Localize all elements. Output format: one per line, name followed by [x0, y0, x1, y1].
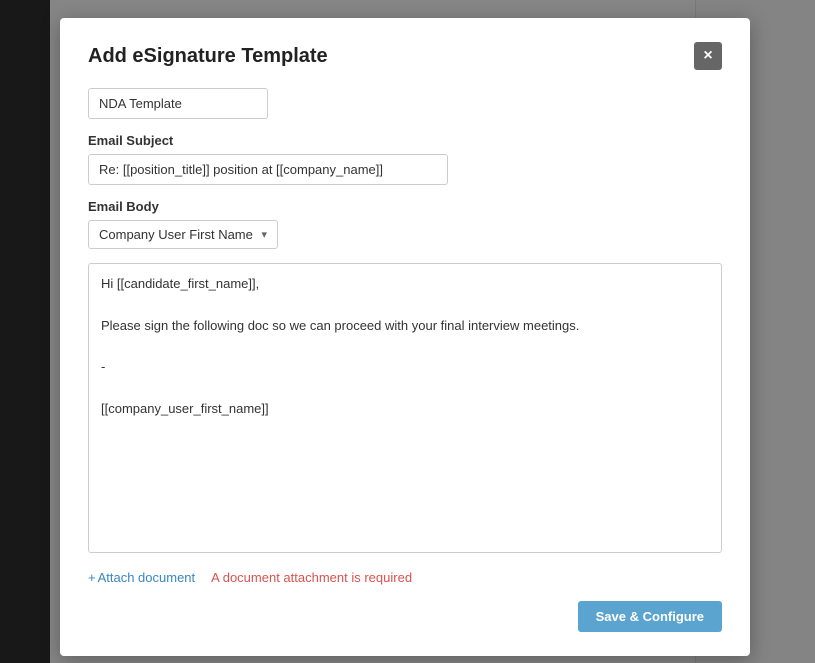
email-subject-input[interactable] — [88, 154, 448, 185]
dropdown-selected-value: Company User First Name — [99, 227, 253, 242]
attach-document-link[interactable]: +Attach document — [88, 570, 195, 585]
email-body-label: Email Body — [88, 199, 722, 214]
template-name-field — [88, 88, 722, 119]
email-subject-label: Email Subject — [88, 133, 722, 148]
plus-icon: + — [88, 570, 96, 585]
email-body-textarea[interactable]: Hi [[candidate_first_name]], Please sign… — [88, 263, 722, 553]
modal-title: Add eSignature Template — [88, 45, 328, 68]
add-esignature-modal: Add eSignature Template × Email Subject … — [60, 18, 750, 656]
modal-footer: Save & Configure — [88, 601, 722, 632]
attach-document-label: Attach document — [98, 570, 196, 585]
email-subject-field: Email Subject — [88, 133, 722, 185]
template-name-input[interactable] — [88, 88, 268, 119]
modal-header: Add eSignature Template × — [88, 42, 722, 70]
email-body-field: Email Body Company User First Name ▾ — [88, 199, 722, 249]
validation-error-message: A document attachment is required — [211, 570, 412, 585]
attach-document-row: +Attach document A document attachment i… — [88, 570, 722, 585]
email-body-dropdown[interactable]: Company User First Name ▾ — [88, 220, 278, 249]
close-button[interactable]: × — [694, 42, 722, 70]
email-body-textarea-field: Hi [[candidate_first_name]], Please sign… — [88, 263, 722, 556]
chevron-down-icon: ▾ — [261, 228, 267, 241]
save-configure-button[interactable]: Save & Configure — [578, 601, 722, 632]
